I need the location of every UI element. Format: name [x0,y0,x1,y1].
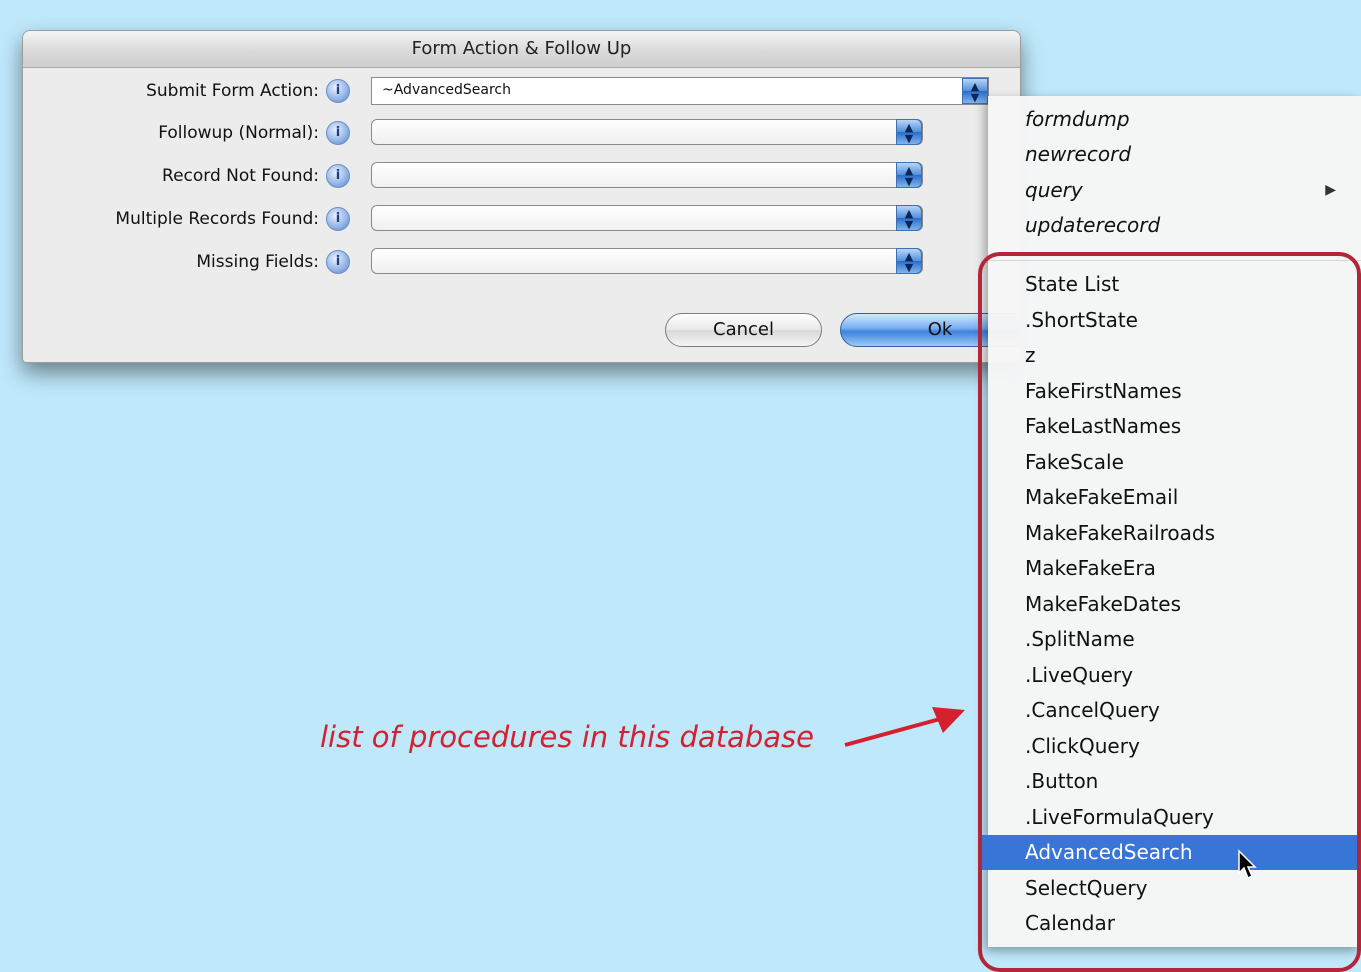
form-action-dialog: Form Action & Follow Up Submit Form Acti… [22,30,1021,363]
record-not-found-row: Record Not Found: i ▲ ▼ [23,158,1020,192]
followup-normal-row: Followup (Normal): i ▲ ▼ [23,115,1020,149]
menu-item-procedure[interactable]: MakeFakeEra [988,551,1361,586]
multiple-records-found-popup[interactable]: ▲ ▼ [371,205,923,231]
menu-item-procedure[interactable]: Calendar [988,906,1361,941]
annotation-text: list of procedures in this database [320,720,814,754]
menu-item-procedure[interactable]: .ClickQuery [988,729,1361,764]
updown-arrows-icon[interactable]: ▲ ▼ [896,248,922,274]
updown-arrows-icon[interactable]: ▲ ▼ [962,78,988,104]
menu-item-advancedsearch-selected[interactable]: AdvancedSearch [978,835,1361,870]
menu-item-query[interactable]: query ▶ [988,173,1361,208]
menu-item-newrecord[interactable]: newrecord [988,137,1361,172]
missing-fields-row: Missing Fields: i ▲ ▼ [23,244,1020,278]
updown-arrows-icon[interactable]: ▲ ▼ [896,205,922,231]
menu-item-procedure[interactable]: .LiveFormulaQuery [988,800,1361,835]
menu-item-procedure[interactable]: FakeLastNames [988,409,1361,444]
menu-item-procedure[interactable]: SelectQuery [988,871,1361,906]
menu-item-procedure[interactable]: .SplitName [988,622,1361,657]
info-icon[interactable]: i [326,79,350,103]
menu-item-procedure[interactable]: State List [988,267,1361,302]
submit-form-action-label: Submit Form Action: [146,81,319,101]
missing-fields-label: Missing Fields: [196,252,319,272]
menu-item-updaterecord[interactable]: updaterecord [988,208,1361,243]
procedure-popup-menu: formdump newrecord query ▶ updaterecord S… [978,96,1361,947]
dialog-title: Form Action & Follow Up [23,31,1020,68]
arrow-cursor-icon [1238,849,1257,880]
missing-fields-popup[interactable]: ▲ ▼ [371,248,923,274]
menu-item-procedure[interactable]: .LiveQuery [988,658,1361,693]
submit-form-action-field[interactable]: ~AdvancedSearch ▲ ▼ [371,77,989,105]
menu-item-procedure[interactable]: .Button [988,764,1361,799]
followup-normal-popup[interactable]: ▲ ▼ [371,119,923,145]
record-not-found-popup[interactable]: ▲ ▼ [371,162,923,188]
submit-form-action-value[interactable]: ~AdvancedSearch [382,82,511,98]
followup-normal-label: Followup (Normal): [158,123,319,143]
red-arrow-icon [844,707,965,747]
menu-item-procedure[interactable]: FakeScale [988,445,1361,480]
cancel-button[interactable]: Cancel [665,313,822,347]
menu-item-procedure[interactable]: MakeFakeRailroads [988,516,1361,551]
menu-separator [988,260,1361,261]
multiple-records-found-row: Multiple Records Found: i ▲ ▼ [23,201,1020,235]
info-icon[interactable]: i [326,121,350,145]
menu-item-procedure[interactable]: z [988,338,1361,373]
menu-item-procedure[interactable]: MakeFakeDates [988,587,1361,622]
submit-form-action-row: Submit Form Action: i ~AdvancedSearch ▲ ▼ [23,73,1020,107]
multiple-records-found-label: Multiple Records Found: [115,209,319,229]
menu-item-procedure[interactable]: .ShortState [988,303,1361,338]
info-icon[interactable]: i [326,250,350,274]
updown-arrows-icon[interactable]: ▲ ▼ [896,119,922,145]
menu-item-procedure[interactable]: .CancelQuery [988,693,1361,728]
record-not-found-label: Record Not Found: [162,166,319,186]
info-icon[interactable]: i [326,164,350,188]
submenu-arrow-icon: ▶ [1325,182,1336,198]
info-icon[interactable]: i [326,207,350,231]
menu-item-formdump[interactable]: formdump [988,102,1361,137]
updown-arrows-icon[interactable]: ▲ ▼ [896,162,922,188]
menu-item-procedure[interactable]: FakeFirstNames [988,374,1361,409]
menu-item-procedure[interactable]: MakeFakeEmail [988,480,1361,515]
